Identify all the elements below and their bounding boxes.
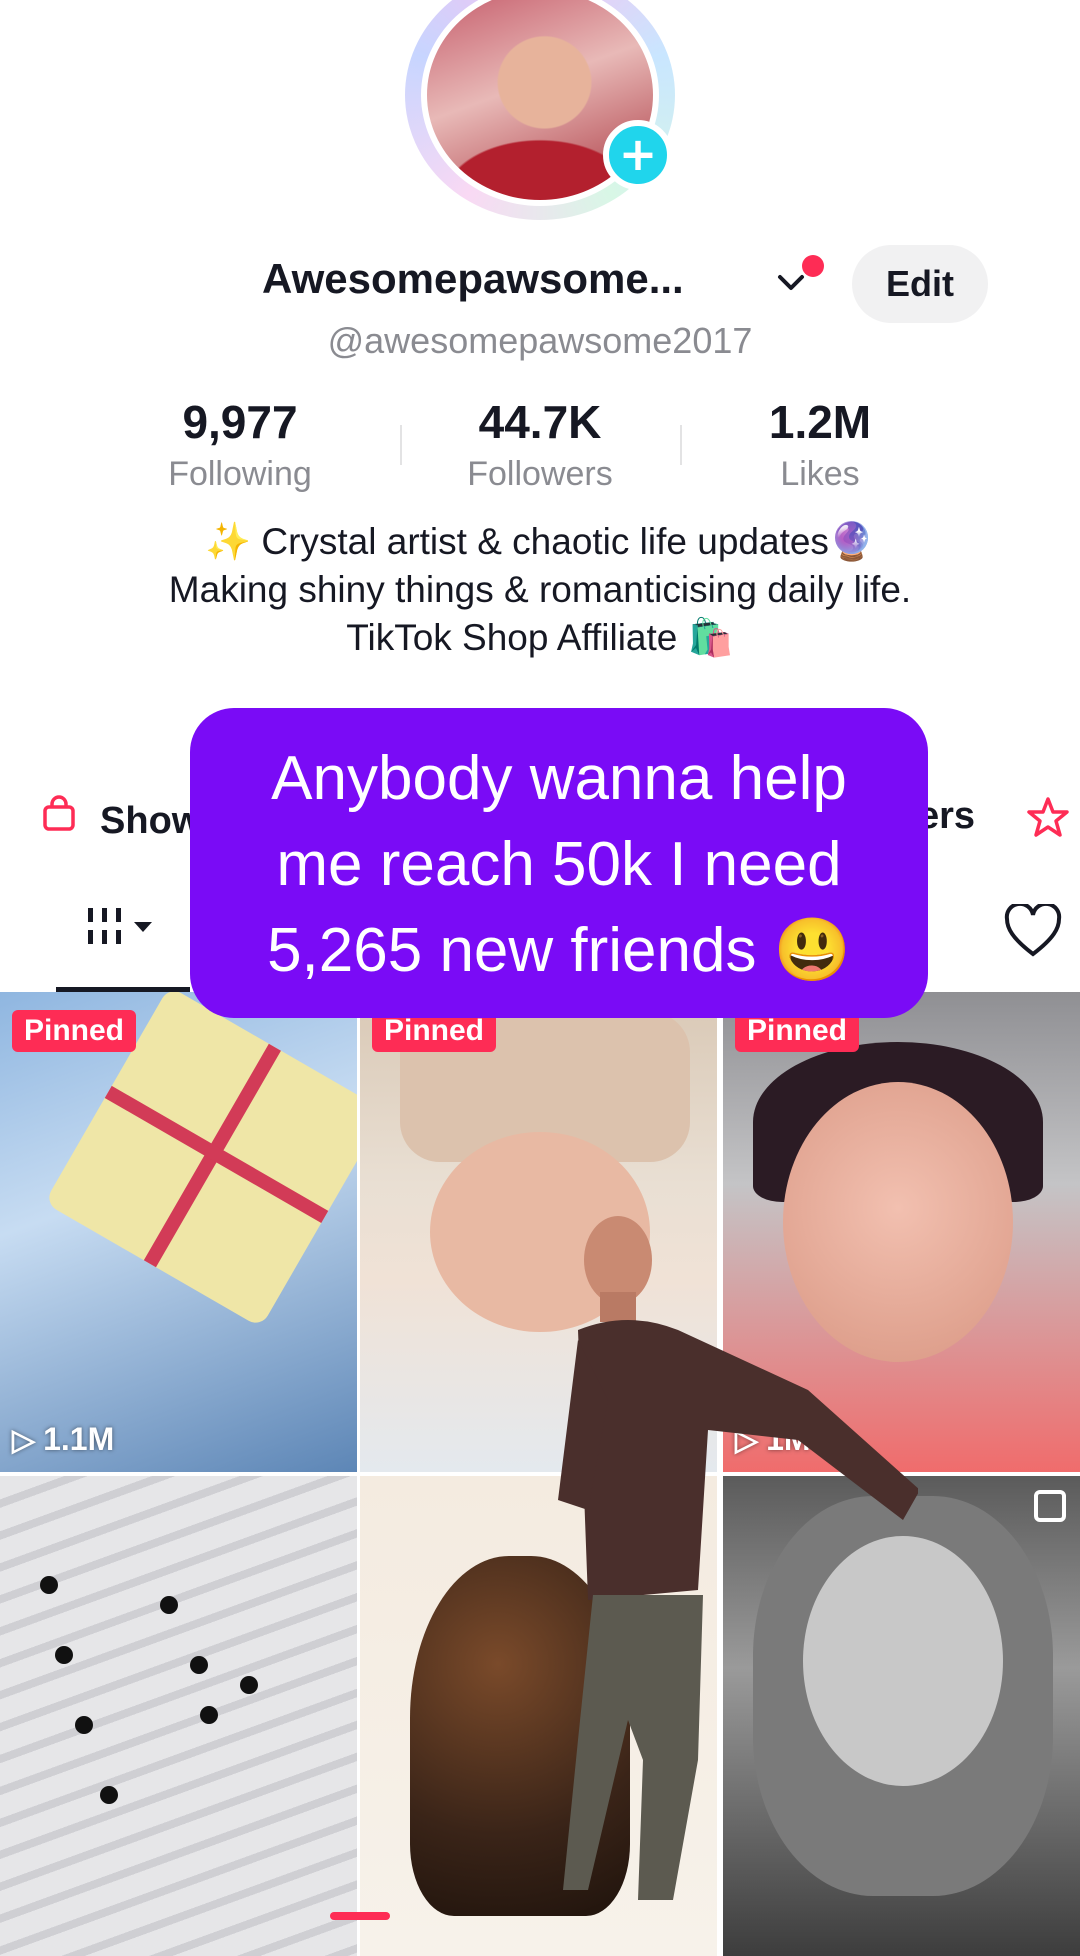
multi-photo-icon [1034,1490,1066,1522]
edit-profile-button[interactable]: Edit [852,245,988,323]
thumbnail-image [55,1646,73,1664]
thumbnail-image [190,1656,208,1674]
stat-label: Likes [780,455,860,493]
profile-bio: ✨ Crystal artist & chaotic life updates🔮… [0,518,1080,662]
play-icon: ▷ [12,1424,36,1457]
name-row: Awesomepawsome... Edit [0,245,1080,323]
thumbnail-image [160,1596,178,1614]
display-name[interactable]: Awesomepawsome... [262,255,684,303]
overlay-line: Anybody wanna help [271,744,847,813]
thumbnail-image [40,1576,58,1594]
stat-following[interactable]: 9,977 Following [100,395,380,494]
overlay-line: me reach 50k I need [276,830,842,899]
stat-label: Following [168,455,312,493]
view-count: ▷ 1.1M [12,1421,114,1458]
thumbnail-image [200,1706,218,1724]
pinned-badge: Pinned [12,1010,137,1052]
text-overlay: Anybody wanna help me reach 50k I need 5… [190,708,928,1018]
video-thumbnail[interactable]: Pinned ▷ 1.1M [0,992,357,1472]
showcase-link[interactable]: Show [40,795,201,843]
stat-label: Followers [467,455,613,493]
video-grid: Pinned ▷1.1M Pinned ▷ Pinned ▷1M [0,992,1080,1956]
username-handle: @awesomepawsome2017 [327,320,753,361]
profile-stats: 9,977 Following 44.7K Followers 1.2M Lik… [100,395,980,505]
overlay-line: 5,265 new friends 😃 [267,916,851,985]
thumbnail-image [75,1716,93,1734]
video-thumbnail[interactable] [0,1476,357,1956]
showcase-label: Show [100,800,202,842]
add-avatar-button[interactable]: + [603,120,673,190]
stat-value: 9,977 [182,396,298,448]
heart-icon[interactable] [1004,901,1062,971]
notification-dot [802,255,824,277]
bio-line: ✨ Crystal artist & chaotic life updates🔮 [205,521,875,562]
bio-line: Making shiny things & romanticising dail… [168,569,912,610]
bottom-indicator [330,1912,390,1920]
stat-likes[interactable]: 1.2M Likes [680,395,960,494]
grid-icon [78,908,168,970]
thumbnail-image [803,1536,1003,1786]
avatar[interactable]: + [405,0,675,220]
stat-value: 44.7K [478,396,602,448]
star-icon[interactable] [1026,795,1070,849]
stat-followers[interactable]: 44.7K Followers [400,395,680,494]
view-count-value: 1.1M [43,1421,115,1457]
stat-value: 1.2M [768,396,872,448]
tab-videos[interactable] [56,900,190,992]
thumbnail-image [240,1676,258,1694]
shopping-bag-icon [40,795,88,841]
bio-line: TikTok Shop Affiliate 🛍️ [346,617,734,658]
thumbnail-image [100,1786,118,1804]
